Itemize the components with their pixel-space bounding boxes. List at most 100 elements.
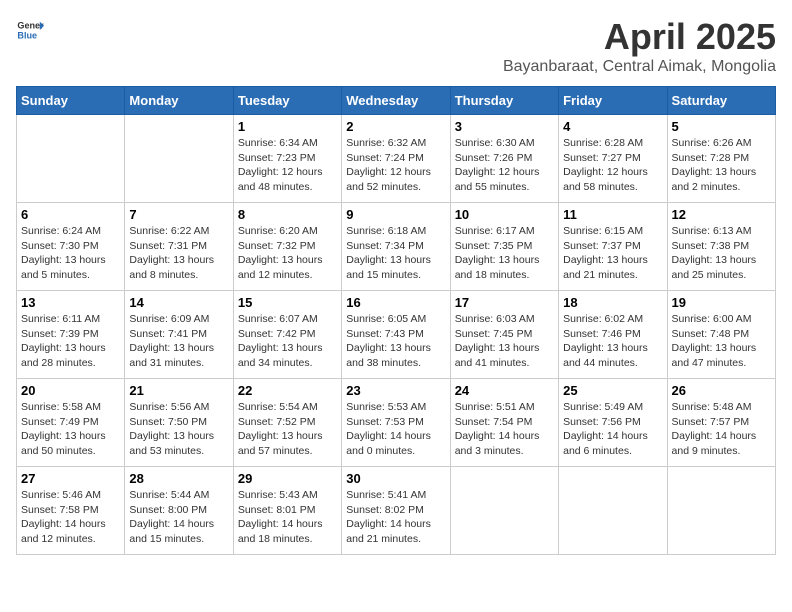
- day-number: 10: [455, 207, 554, 222]
- day-info: Sunrise: 6:11 AMSunset: 7:39 PMDaylight:…: [21, 312, 120, 371]
- calendar-cell: 5Sunrise: 6:26 AMSunset: 7:28 PMDaylight…: [667, 115, 775, 203]
- calendar-week-1: 1 Sunrise: 6:34 AMSunset: 7:23 PMDaylight…: [17, 115, 776, 203]
- day-number: 16: [346, 295, 445, 310]
- calendar-cell: 3 Sunrise: 6:30 AMSunset: 7:26 PMDaylight…: [450, 115, 558, 203]
- day-info: Sunrise: 5:53 AMSunset: 7:53 PMDaylight:…: [346, 400, 445, 459]
- day-info: Sunrise: 5:54 AMSunset: 7:52 PMDaylight:…: [238, 400, 337, 459]
- day-number: 7: [129, 207, 228, 222]
- day-number: 23: [346, 383, 445, 398]
- calendar-cell: 23 Sunrise: 5:53 AMSunset: 7:53 PMDayligh…: [342, 379, 450, 467]
- day-number: 29: [238, 471, 337, 486]
- day-info: Sunrise: 5:51 AMSunset: 7:54 PMDaylight:…: [455, 400, 554, 459]
- day-info: Sunrise: 6:18 AMSunset: 7:34 PMDaylight:…: [346, 224, 445, 283]
- day-info: Sunrise: 6:20 AMSunset: 7:32 PMDaylight:…: [238, 224, 337, 283]
- day-number: 24: [455, 383, 554, 398]
- day-info: Sunrise: 5:41 AMSunset: 8:02 PMDaylight:…: [346, 488, 445, 547]
- day-info: Sunrise: 6:22 AMSunset: 7:31 PMDaylight:…: [129, 224, 228, 283]
- day-number: 2: [346, 119, 445, 134]
- day-info: Sunrise: 5:43 AMSunset: 8:01 PMDaylight:…: [238, 488, 337, 547]
- day-number: 19: [672, 295, 771, 310]
- calendar-cell: 21 Sunrise: 5:56 AMSunset: 7:50 PMDayligh…: [125, 379, 233, 467]
- day-number: 11: [563, 207, 662, 222]
- calendar-cell: [667, 467, 775, 555]
- day-info: Sunrise: 6:17 AMSunset: 7:35 PMDaylight:…: [455, 224, 554, 283]
- weekday-header-row: SundayMondayTuesdayWednesdayThursdayFrid…: [17, 87, 776, 115]
- calendar-cell: 9 Sunrise: 6:18 AMSunset: 7:34 PMDaylight…: [342, 203, 450, 291]
- day-number: 3: [455, 119, 554, 134]
- calendar-cell: 6 Sunrise: 6:24 AMSunset: 7:30 PMDaylight…: [17, 203, 125, 291]
- day-info: Sunrise: 5:56 AMSunset: 7:50 PMDaylight:…: [129, 400, 228, 459]
- calendar-week-3: 13 Sunrise: 6:11 AMSunset: 7:39 PMDayligh…: [17, 291, 776, 379]
- day-info: Sunrise: 6:24 AMSunset: 7:30 PMDaylight:…: [21, 224, 120, 283]
- logo-icon: General Blue: [16, 16, 44, 44]
- day-number: 12: [672, 207, 771, 222]
- day-number: 25: [563, 383, 662, 398]
- day-number: 20: [21, 383, 120, 398]
- day-number: 21: [129, 383, 228, 398]
- day-number: 14: [129, 295, 228, 310]
- day-number: 30: [346, 471, 445, 486]
- weekday-header-tuesday: Tuesday: [233, 87, 341, 115]
- weekday-header-thursday: Thursday: [450, 87, 558, 115]
- calendar-cell: 7 Sunrise: 6:22 AMSunset: 7:31 PMDaylight…: [125, 203, 233, 291]
- day-number: 26: [672, 383, 771, 398]
- day-info: Sunrise: 6:00 AMSunset: 7:48 PMDaylight:…: [672, 312, 771, 371]
- calendar-cell: 25 Sunrise: 5:49 AMSunset: 7:56 PMDayligh…: [559, 379, 667, 467]
- calendar-cell: 16 Sunrise: 6:05 AMSunset: 7:43 PMDayligh…: [342, 291, 450, 379]
- day-info: Sunrise: 6:07 AMSunset: 7:42 PMDaylight:…: [238, 312, 337, 371]
- day-number: 6: [21, 207, 120, 222]
- calendar-cell: 26 Sunrise: 5:48 AMSunset: 7:57 PMDayligh…: [667, 379, 775, 467]
- calendar-cell: 28 Sunrise: 5:44 AMSunset: 8:00 PMDayligh…: [125, 467, 233, 555]
- calendar-cell: 15 Sunrise: 6:07 AMSunset: 7:42 PMDayligh…: [233, 291, 341, 379]
- calendar-cell: 30 Sunrise: 5:41 AMSunset: 8:02 PMDayligh…: [342, 467, 450, 555]
- calendar-cell: 1 Sunrise: 6:34 AMSunset: 7:23 PMDaylight…: [233, 115, 341, 203]
- weekday-header-sunday: Sunday: [17, 87, 125, 115]
- day-number: 18: [563, 295, 662, 310]
- calendar-cell: 20Sunrise: 5:58 AMSunset: 7:49 PMDayligh…: [17, 379, 125, 467]
- day-number: 28: [129, 471, 228, 486]
- day-number: 27: [21, 471, 120, 486]
- day-number: 9: [346, 207, 445, 222]
- day-info: Sunrise: 6:03 AMSunset: 7:45 PMDaylight:…: [455, 312, 554, 371]
- day-info: Sunrise: 6:28 AMSunset: 7:27 PMDaylight:…: [563, 136, 662, 195]
- calendar-cell: [450, 467, 558, 555]
- calendar-cell: 11Sunrise: 6:15 AMSunset: 7:37 PMDayligh…: [559, 203, 667, 291]
- calendar-cell: 12 Sunrise: 6:13 AMSunset: 7:38 PMDayligh…: [667, 203, 775, 291]
- calendar-cell: 10 Sunrise: 6:17 AMSunset: 7:35 PMDayligh…: [450, 203, 558, 291]
- calendar-cell: 8 Sunrise: 6:20 AMSunset: 7:32 PMDaylight…: [233, 203, 341, 291]
- day-number: 15: [238, 295, 337, 310]
- header: General Blue April 2025 Bayanbaraat, Cen…: [16, 16, 776, 76]
- day-info: Sunrise: 6:30 AMSunset: 7:26 PMDaylight:…: [455, 136, 554, 195]
- day-info: Sunrise: 5:49 AMSunset: 7:56 PMDaylight:…: [563, 400, 662, 459]
- day-info: Sunrise: 5:46 AMSunset: 7:58 PMDaylight:…: [21, 488, 120, 547]
- svg-text:Blue: Blue: [17, 30, 37, 40]
- day-info: Sunrise: 5:44 AMSunset: 8:00 PMDaylight:…: [129, 488, 228, 547]
- weekday-header-wednesday: Wednesday: [342, 87, 450, 115]
- month-title: April 2025: [503, 16, 776, 58]
- day-info: Sunrise: 6:34 AMSunset: 7:23 PMDaylight:…: [238, 136, 337, 195]
- day-number: 22: [238, 383, 337, 398]
- weekday-header-monday: Monday: [125, 87, 233, 115]
- day-info: Sunrise: 6:05 AMSunset: 7:43 PMDaylight:…: [346, 312, 445, 371]
- day-info: Sunrise: 5:48 AMSunset: 7:57 PMDaylight:…: [672, 400, 771, 459]
- weekday-header-friday: Friday: [559, 87, 667, 115]
- calendar-cell: 24 Sunrise: 5:51 AMSunset: 7:54 PMDayligh…: [450, 379, 558, 467]
- calendar: SundayMondayTuesdayWednesdayThursdayFrid…: [16, 86, 776, 555]
- calendar-week-4: 20Sunrise: 5:58 AMSunset: 7:49 PMDayligh…: [17, 379, 776, 467]
- day-number: 17: [455, 295, 554, 310]
- day-info: Sunrise: 6:13 AMSunset: 7:38 PMDaylight:…: [672, 224, 771, 283]
- logo: General Blue: [16, 16, 44, 44]
- calendar-cell: 19 Sunrise: 6:00 AMSunset: 7:48 PMDayligh…: [667, 291, 775, 379]
- title-area: April 2025 Bayanbaraat, Central Aimak, M…: [503, 16, 776, 76]
- calendar-cell: 17 Sunrise: 6:03 AMSunset: 7:45 PMDayligh…: [450, 291, 558, 379]
- day-info: Sunrise: 6:32 AMSunset: 7:24 PMDaylight:…: [346, 136, 445, 195]
- calendar-cell: [559, 467, 667, 555]
- day-number: 1: [238, 119, 337, 134]
- day-number: 13: [21, 295, 120, 310]
- calendar-week-2: 6 Sunrise: 6:24 AMSunset: 7:30 PMDaylight…: [17, 203, 776, 291]
- calendar-cell: 27 Sunrise: 5:46 AMSunset: 7:58 PMDayligh…: [17, 467, 125, 555]
- day-number: 5: [672, 119, 771, 134]
- calendar-cell: 4Sunrise: 6:28 AMSunset: 7:27 PMDaylight…: [559, 115, 667, 203]
- day-info: Sunrise: 6:09 AMSunset: 7:41 PMDaylight:…: [129, 312, 228, 371]
- day-number: 8: [238, 207, 337, 222]
